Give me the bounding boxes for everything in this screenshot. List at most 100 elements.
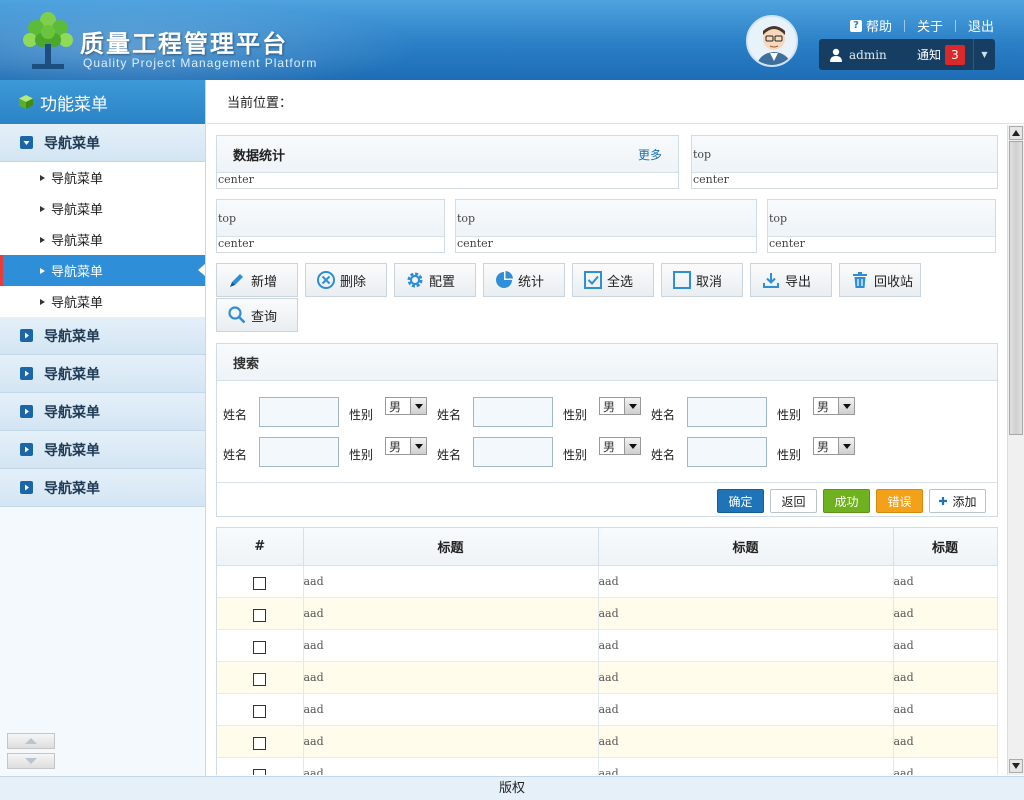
name-input[interactable] (687, 437, 767, 467)
table-row[interactable]: aad aad aad (217, 597, 998, 630)
row-checkbox[interactable] (253, 640, 267, 654)
confirm-button[interactable]: 确定 (717, 489, 764, 513)
export-button[interactable]: 导出 (750, 263, 832, 297)
query-button[interactable]: 查询 (216, 298, 298, 332)
nav-group-4[interactable]: 导航菜单 (0, 393, 205, 431)
gender-select[interactable]: 男 (813, 397, 855, 415)
collapse-icon (20, 136, 33, 149)
nav-group-1[interactable]: 导航菜单 (0, 124, 205, 162)
row-checkbox[interactable] (253, 672, 267, 686)
cancel-button[interactable]: 取消 (661, 263, 743, 297)
tree-logo-icon (23, 12, 73, 69)
gender-label: 性别 (563, 448, 588, 462)
table-row[interactable]: aad aad aad (217, 565, 998, 598)
gender-select[interactable]: 男 (385, 437, 427, 455)
success-button[interactable]: 成功 (823, 489, 870, 513)
nav-item-4-active[interactable]: 导航菜单 (0, 255, 205, 286)
nav-group-label: 导航菜单 (44, 328, 100, 345)
user-bar[interactable]: admin 通知 3 ▼ (819, 39, 995, 70)
scrollbar-thumb[interactable] (1009, 141, 1023, 435)
link-divider (955, 19, 957, 32)
stats-panel-header: 数据统计 更多 (217, 136, 678, 173)
app-subtitle: Quality Project Management Platform (83, 56, 318, 70)
scroll-down-arrow[interactable] (1009, 759, 1023, 773)
dropdown-arrow-icon (410, 438, 426, 454)
back-button[interactable]: 返回 (770, 489, 817, 513)
column-header-title[interactable]: 标题 (303, 528, 599, 566)
about-link[interactable]: 关于 (917, 16, 943, 35)
recycle-button[interactable]: 回收站 (839, 263, 921, 297)
gender-label: 性别 (563, 408, 588, 422)
gender-select-value: 男 (389, 439, 402, 454)
sidebar-scroll-up-button[interactable] (7, 733, 55, 749)
config-button[interactable]: 配置 (394, 263, 476, 297)
expand-icon (20, 443, 33, 456)
name-label: 姓名 (437, 408, 462, 422)
help-icon: ? (850, 19, 862, 32)
panel-header-text: top (457, 211, 476, 225)
name-input[interactable] (687, 397, 767, 427)
gender-label: 性别 (349, 448, 374, 462)
chevron-down-icon[interactable]: ▼ (973, 39, 995, 70)
add-button[interactable]: 新增 (216, 263, 298, 297)
logout-link[interactable]: 退出 (968, 16, 994, 35)
gender-select-value: 男 (603, 439, 616, 454)
gender-select[interactable]: 男 (385, 397, 427, 415)
table-row[interactable]: aad aad aad (217, 725, 998, 758)
triangle-right-icon (40, 236, 45, 243)
scroll-up-arrow[interactable] (1009, 126, 1023, 140)
arrow-up-icon (25, 738, 37, 744)
table-row[interactable]: aad aad aad (217, 661, 998, 694)
table-row[interactable]: aad aad aad (217, 629, 998, 662)
sidebar: 功能菜单 导航菜单 导航菜单 导航菜单 导航菜单 导航菜单 导航菜单 导航菜单 … (0, 80, 206, 776)
name-input[interactable] (473, 397, 553, 427)
name-input[interactable] (259, 397, 339, 427)
name-label: 姓名 (651, 408, 676, 422)
table-cell: aad (598, 661, 894, 694)
stats-button[interactable]: 统计 (483, 263, 565, 297)
nav-item-1[interactable]: 导航菜单 (0, 162, 205, 193)
nav-group-label: 导航菜单 (44, 404, 100, 421)
sidebar-scroll-down-button[interactable] (7, 753, 55, 769)
add-label: 新增 (251, 274, 278, 290)
table-row[interactable]: aad aad aad (217, 693, 998, 726)
panel-header-text: top (218, 211, 237, 225)
help-link[interactable]: ? 帮助 (850, 16, 892, 35)
gender-select[interactable]: 男 (599, 397, 641, 415)
notice-label[interactable]: 通知 (917, 46, 941, 63)
table-row[interactable]: aad aad aad (217, 757, 998, 775)
select-all-button[interactable]: 全选 (572, 263, 654, 297)
nav-group-2[interactable]: 导航菜单 (0, 317, 205, 355)
gear-icon (407, 272, 423, 288)
nav-group-5[interactable]: 导航菜单 (0, 431, 205, 469)
nav-item-label: 导航菜单 (51, 203, 104, 218)
row-checkbox[interactable] (253, 736, 267, 750)
gender-select[interactable]: 男 (813, 437, 855, 455)
vertical-scrollbar[interactable] (1007, 125, 1024, 775)
nav-item-3[interactable]: 导航菜单 (0, 224, 205, 255)
nav-item-5[interactable]: 导航菜单 (0, 286, 205, 317)
nav-item-2[interactable]: 导航菜单 (0, 193, 205, 224)
dropdown-arrow-icon (624, 398, 640, 414)
error-button[interactable]: 错误 (876, 489, 923, 513)
pencil-icon (230, 274, 243, 287)
row-checkbox[interactable] (253, 704, 267, 718)
column-header-title[interactable]: 标题 (893, 528, 998, 566)
row-checkbox[interactable] (253, 576, 267, 590)
name-input[interactable] (473, 437, 553, 467)
row-checkbox[interactable] (253, 768, 267, 775)
nav-group-6[interactable]: 导航菜单 (0, 469, 205, 507)
nav-group-3[interactable]: 导航菜单 (0, 355, 205, 393)
name-input[interactable] (259, 437, 339, 467)
avatar[interactable] (746, 15, 798, 67)
row-checkbox[interactable] (253, 608, 267, 622)
delete-button[interactable]: 删除 (305, 263, 387, 297)
panel-body-text: center (769, 237, 805, 250)
column-header-title[interactable]: 标题 (598, 528, 894, 566)
table-cell: aad (893, 661, 998, 694)
copyright-text: 版权 (498, 781, 525, 796)
gender-select[interactable]: 男 (599, 437, 641, 455)
add-item-button[interactable]: 添加 (929, 489, 986, 513)
dropdown-arrow-icon (624, 438, 640, 454)
more-link[interactable]: 更多 (638, 146, 662, 163)
